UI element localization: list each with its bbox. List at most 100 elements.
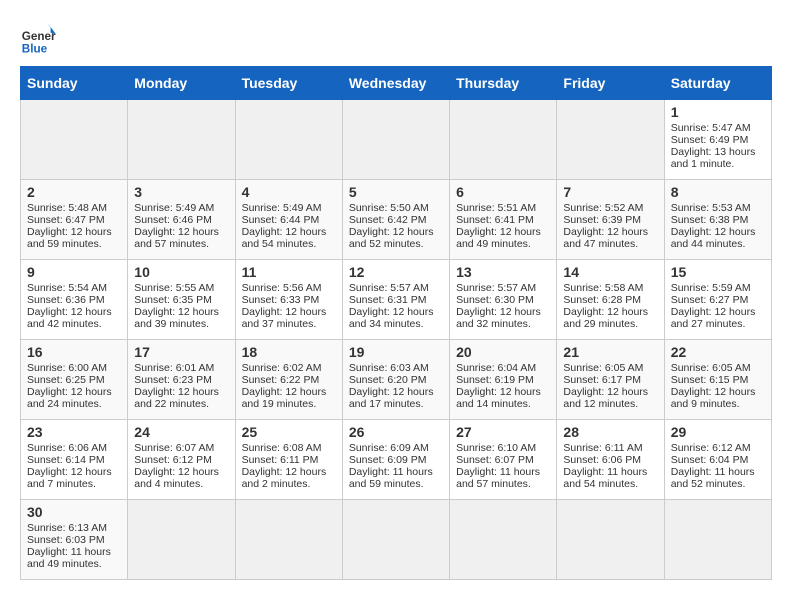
calendar-cell: 15Sunrise: 5:59 AMSunset: 6:27 PMDayligh… — [664, 260, 771, 340]
sunset: Sunset: 6:07 PM — [456, 454, 534, 466]
sunset: Sunset: 6:47 PM — [27, 214, 105, 226]
daylight: Daylight: 12 hours and 57 minutes. — [134, 226, 219, 250]
calendar-cell: 7Sunrise: 5:52 AMSunset: 6:39 PMDaylight… — [557, 180, 664, 260]
sunset: Sunset: 6:17 PM — [563, 374, 641, 386]
day-number: 26 — [349, 424, 443, 440]
calendar-cell — [21, 100, 128, 180]
daylight: Daylight: 12 hours and 44 minutes. — [671, 226, 756, 250]
calendar-cell: 22Sunrise: 6:05 AMSunset: 6:15 PMDayligh… — [664, 340, 771, 420]
day-number: 14 — [563, 264, 657, 280]
sunrise: Sunrise: 6:04 AM — [456, 362, 536, 374]
sunset: Sunset: 6:23 PM — [134, 374, 212, 386]
calendar-table: SundayMondayTuesdayWednesdayThursdayFrid… — [20, 66, 772, 580]
sunset: Sunset: 6:33 PM — [242, 294, 320, 306]
day-number: 21 — [563, 344, 657, 360]
daylight: Daylight: 12 hours and 59 minutes. — [27, 226, 112, 250]
logo-icon: General Blue — [20, 20, 56, 56]
sunrise: Sunrise: 6:05 AM — [563, 362, 643, 374]
daylight: Daylight: 11 hours and 49 minutes. — [27, 546, 111, 570]
sunrise: Sunrise: 5:57 AM — [456, 282, 536, 294]
sunset: Sunset: 6:30 PM — [456, 294, 534, 306]
day-number: 9 — [27, 264, 121, 280]
calendar-cell: 14Sunrise: 5:58 AMSunset: 6:28 PMDayligh… — [557, 260, 664, 340]
sunrise: Sunrise: 5:48 AM — [27, 202, 107, 214]
day-number: 28 — [563, 424, 657, 440]
sunset: Sunset: 6:11 PM — [242, 454, 319, 466]
calendar-cell: 20Sunrise: 6:04 AMSunset: 6:19 PMDayligh… — [450, 340, 557, 420]
calendar-cell: 21Sunrise: 6:05 AMSunset: 6:17 PMDayligh… — [557, 340, 664, 420]
daylight: Daylight: 12 hours and 27 minutes. — [671, 306, 756, 330]
sunset: Sunset: 6:09 PM — [349, 454, 427, 466]
calendar-cell: 13 Sunrise: 5:57 AMSunset: 6:30 PMDayligh… — [450, 260, 557, 340]
weekday-header-tuesday: Tuesday — [235, 67, 342, 100]
daylight: Daylight: 12 hours and 17 minutes. — [349, 386, 434, 410]
day-number: 19 — [349, 344, 443, 360]
day-number: 4 — [242, 184, 336, 200]
calendar-cell — [557, 100, 664, 180]
daylight: Daylight: 12 hours and 29 minutes. — [563, 306, 648, 330]
day-number: 27 — [456, 424, 550, 440]
calendar-cell: 24Sunrise: 6:07 AMSunset: 6:12 PMDayligh… — [128, 420, 235, 500]
daylight: Daylight: 12 hours and 4 minutes. — [134, 466, 219, 490]
sunset: Sunset: 6:35 PM — [134, 294, 212, 306]
sunset: Sunset: 6:44 PM — [242, 214, 320, 226]
calendar-cell: 9Sunrise: 5:54 AMSunset: 6:36 PMDaylight… — [21, 260, 128, 340]
sunrise: Sunrise: 5:55 AM — [134, 282, 214, 294]
calendar-cell: 11Sunrise: 5:56 AMSunset: 6:33 PMDayligh… — [235, 260, 342, 340]
week-row-4: 16Sunrise: 6:00 AMSunset: 6:25 PMDayligh… — [21, 340, 772, 420]
sunrise: Sunrise: 5:49 AM — [134, 202, 214, 214]
calendar-cell: 29Sunrise: 6:12 AMSunset: 6:04 PMDayligh… — [664, 420, 771, 500]
sunrise: Sunrise: 6:12 AM — [671, 442, 751, 454]
daylight: Daylight: 12 hours and 39 minutes. — [134, 306, 219, 330]
sunset: Sunset: 6:15 PM — [671, 374, 749, 386]
sunrise: Sunrise: 5:51 AM — [456, 202, 536, 214]
day-number: 6 — [456, 184, 550, 200]
day-number: 20 — [456, 344, 550, 360]
calendar-cell — [450, 100, 557, 180]
day-number: 18 — [242, 344, 336, 360]
sunrise: Sunrise: 5:59 AM — [671, 282, 751, 294]
daylight: Daylight: 12 hours and 34 minutes. — [349, 306, 434, 330]
calendar-cell: 10Sunrise: 5:55 AMSunset: 6:35 PMDayligh… — [128, 260, 235, 340]
sunset: Sunset: 6:28 PM — [563, 294, 641, 306]
sunrise: Sunrise: 6:10 AM — [456, 442, 536, 454]
calendar-cell — [128, 100, 235, 180]
sunrise: Sunrise: 5:56 AM — [242, 282, 322, 294]
day-number: 22 — [671, 344, 765, 360]
daylight: Daylight: 11 hours and 52 minutes. — [671, 466, 755, 490]
day-number: 15 — [671, 264, 765, 280]
day-number: 5 — [349, 184, 443, 200]
calendar-cell: 2 Sunrise: 5:48 AMSunset: 6:47 PMDaylight… — [21, 180, 128, 260]
day-number: 7 — [563, 184, 657, 200]
calendar-cell — [342, 500, 449, 580]
page-header: General Blue — [20, 20, 772, 56]
day-number: 17 — [134, 344, 228, 360]
calendar-cell: 28Sunrise: 6:11 AMSunset: 6:06 PMDayligh… — [557, 420, 664, 500]
calendar-cell: 19Sunrise: 6:03 AMSunset: 6:20 PMDayligh… — [342, 340, 449, 420]
sunrise: Sunrise: 6:02 AM — [242, 362, 322, 374]
sunrise: Sunrise: 6:09 AM — [349, 442, 429, 454]
weekday-header-saturday: Saturday — [664, 67, 771, 100]
weekday-header-thursday: Thursday — [450, 67, 557, 100]
day-number: 29 — [671, 424, 765, 440]
sunrise: Sunrise: 6:06 AM — [27, 442, 107, 454]
sunrise: Sunrise: 6:03 AM — [349, 362, 429, 374]
calendar-cell — [664, 500, 771, 580]
calendar-cell: 30Sunrise: 6:13 AMSunset: 6:03 PMDayligh… — [21, 500, 128, 580]
day-number: 2 — [27, 184, 121, 200]
daylight: Daylight: 12 hours and 32 minutes. — [456, 306, 541, 330]
daylight: Daylight: 12 hours and 19 minutes. — [242, 386, 327, 410]
sunset: Sunset: 6:39 PM — [563, 214, 641, 226]
calendar-cell — [128, 500, 235, 580]
weekday-header-monday: Monday — [128, 67, 235, 100]
daylight: Daylight: 11 hours and 59 minutes. — [349, 466, 433, 490]
calendar-cell: 26 Sunrise: 6:09 AMSunset: 6:09 PMDayligh… — [342, 420, 449, 500]
calendar-cell: 27 Sunrise: 6:10 AMSunset: 6:07 PMDayligh… — [450, 420, 557, 500]
day-number: 11 — [242, 264, 336, 280]
daylight: Daylight: 11 hours and 57 minutes. — [456, 466, 540, 490]
day-number: 13 — [456, 264, 550, 280]
calendar-cell — [235, 500, 342, 580]
weekday-header-sunday: Sunday — [21, 67, 128, 100]
sunset: Sunset: 6:49 PM — [671, 134, 749, 146]
sunrise: Sunrise: 6:11 AM — [563, 442, 642, 454]
